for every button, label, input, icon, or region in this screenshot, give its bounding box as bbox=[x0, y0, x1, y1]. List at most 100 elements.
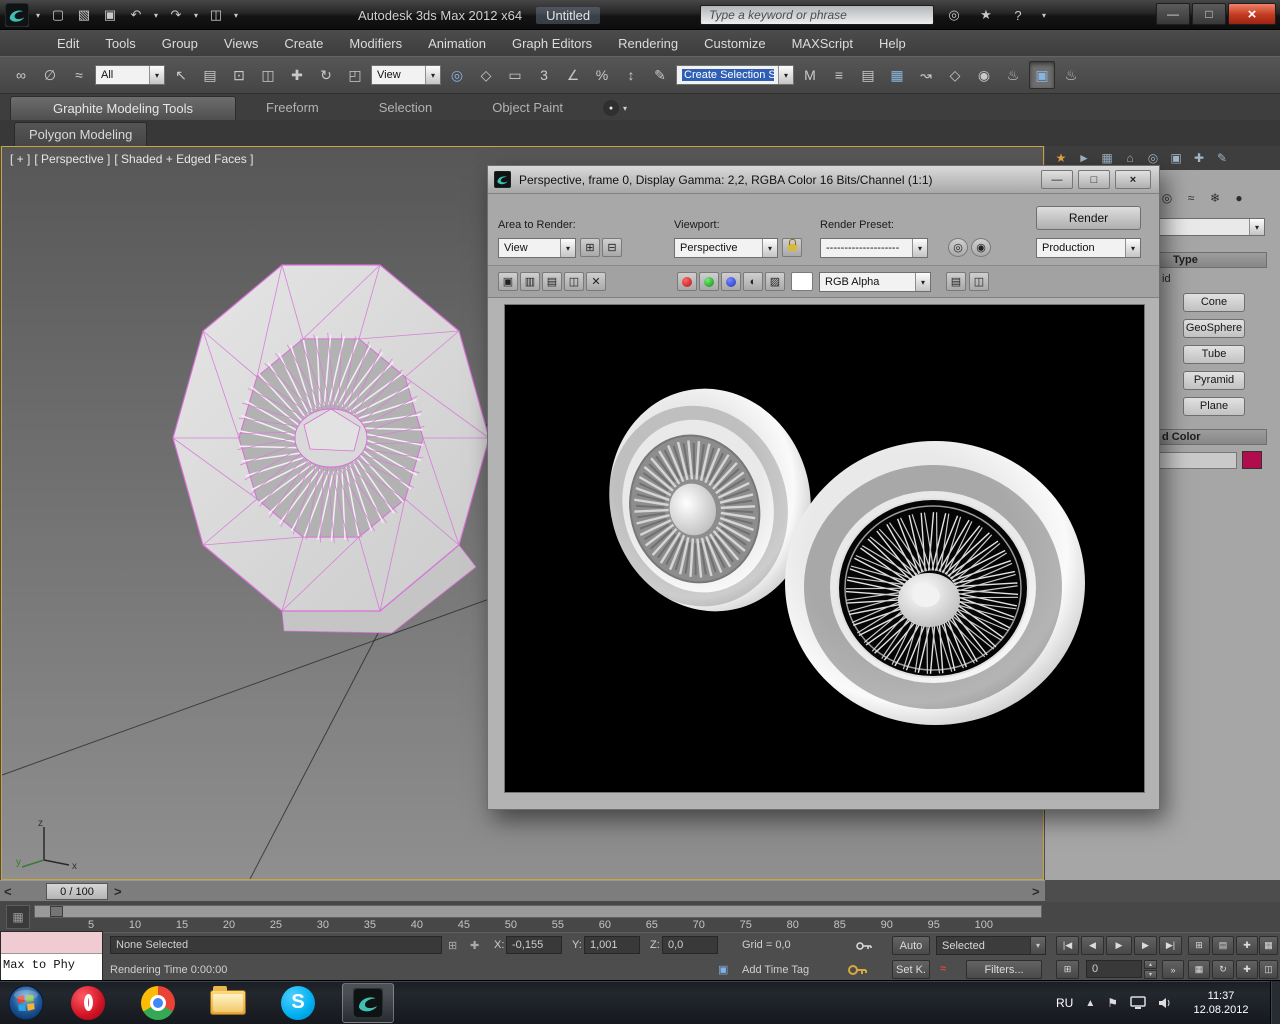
start-button[interactable] bbox=[7, 984, 45, 1022]
set-key-big-icon[interactable] bbox=[848, 964, 868, 976]
taskbar-chrome[interactable] bbox=[132, 983, 184, 1023]
close-button[interactable]: × bbox=[1228, 3, 1276, 25]
material-editor-icon[interactable]: ◉ bbox=[971, 61, 997, 89]
select-and-manipulate-icon[interactable]: ◇ bbox=[473, 61, 499, 89]
channel-display-dropdown[interactable]: RGB Alpha ▾ bbox=[819, 272, 931, 292]
next-frame-arrow[interactable]: > bbox=[114, 884, 122, 899]
unlink-selection-icon[interactable]: ∅ bbox=[37, 61, 63, 89]
area-to-render-dropdown[interactable]: View ▾ bbox=[498, 238, 576, 258]
auto-region-icon[interactable]: ⊞ bbox=[580, 238, 600, 257]
key-filters-button[interactable]: ⊞ bbox=[1188, 936, 1210, 955]
language-indicator[interactable]: RU bbox=[1056, 996, 1073, 1010]
chevron-down-icon[interactable]: ▾ bbox=[150, 3, 162, 27]
zoom-extents-button[interactable]: ✚ bbox=[1236, 960, 1258, 979]
render-setup-icon[interactable]: ◎ bbox=[948, 238, 968, 257]
environment-icon[interactable]: ◉ bbox=[971, 238, 991, 257]
selection-lock-icon[interactable]: ⊞ bbox=[448, 939, 457, 952]
chevron-down-icon[interactable]: ▾ bbox=[623, 104, 627, 113]
render-mode-dropdown[interactable]: Production ▾ bbox=[1036, 238, 1141, 258]
menu-item[interactable]: Graph Editors bbox=[499, 31, 605, 56]
select-and-move-icon[interactable]: ✚ bbox=[284, 61, 310, 89]
manage-links-icon[interactable]: ◫ bbox=[204, 3, 228, 27]
favorites-star-icon[interactable]: ★ bbox=[974, 3, 998, 27]
time-config-button[interactable]: ▦ bbox=[1259, 936, 1278, 955]
ribbon-options-icon[interactable]: ● bbox=[603, 100, 619, 116]
select-and-scale-icon[interactable]: ◰ bbox=[342, 61, 368, 89]
systems-category-icon[interactable]: ● bbox=[1229, 188, 1249, 207]
curve-editor-icon[interactable]: ↝ bbox=[913, 61, 939, 89]
key-mode-dropdown[interactable]: Selected ▾ bbox=[936, 936, 1046, 955]
add-key-button[interactable]: ✚ bbox=[1236, 936, 1258, 955]
primitive-button[interactable]: Pyramid bbox=[1183, 371, 1245, 390]
menu-item[interactable]: Help bbox=[866, 31, 919, 56]
viewport-menu-shading[interactable]: [ Shaded + Edged Faces ] bbox=[114, 152, 253, 166]
schematic-view-icon[interactable]: ◇ bbox=[942, 61, 968, 89]
edit-region-icon[interactable]: ⊟ bbox=[602, 238, 622, 257]
help-icon[interactable]: ? bbox=[1006, 3, 1030, 27]
tab-graphite-modeling-tools[interactable]: Graphite Modeling Tools bbox=[10, 96, 236, 120]
lock-viewport-icon[interactable] bbox=[782, 238, 802, 257]
edit-named-selections-icon[interactable]: ✎ bbox=[647, 61, 673, 89]
absolute-mode-icon[interactable]: ✚ bbox=[470, 939, 479, 952]
window-crossing-icon[interactable]: ◫ bbox=[255, 61, 281, 89]
redo-icon[interactable]: ↷ bbox=[164, 3, 188, 27]
chevron-down-icon[interactable]: ▾ bbox=[32, 3, 44, 27]
listener-macro-pane[interactable] bbox=[1, 932, 102, 954]
render-button[interactable]: Render bbox=[1036, 206, 1141, 230]
taskbar-3dsmax[interactable] bbox=[342, 983, 394, 1023]
spinner-down-icon[interactable]: ▾ bbox=[1144, 970, 1157, 979]
volume-icon[interactable] bbox=[1158, 997, 1172, 1009]
current-frame-field[interactable]: 0 bbox=[1086, 960, 1142, 978]
viewport-menu-pov[interactable]: [ Perspective ] bbox=[34, 152, 110, 166]
select-and-link-icon[interactable]: ∞ bbox=[8, 61, 34, 89]
menu-item[interactable]: Edit bbox=[44, 31, 92, 56]
mini-curve-editor-icon[interactable]: ▦ bbox=[6, 905, 30, 929]
z-coordinate-field[interactable]: 0,0 bbox=[662, 936, 718, 954]
track-bar-handle[interactable] bbox=[50, 906, 63, 917]
taskbar-opera[interactable] bbox=[62, 983, 114, 1023]
clone-window-icon[interactable]: ▤ bbox=[542, 272, 562, 291]
menu-item[interactable]: Animation bbox=[415, 31, 499, 56]
named-selection-combo[interactable]: Create Selection S ▾ bbox=[676, 65, 794, 85]
menu-item[interactable]: Modifiers bbox=[336, 31, 415, 56]
save-image-icon[interactable]: ▣ bbox=[498, 272, 518, 291]
autogrid-label[interactable]: id bbox=[1162, 273, 1171, 285]
primitive-button[interactable]: Cone bbox=[1183, 293, 1245, 312]
render-window-titlebar[interactable]: Perspective, frame 0, Display Gamma: 2,2… bbox=[488, 166, 1159, 194]
previous-frame-button[interactable]: ◀ bbox=[1081, 936, 1104, 955]
orbit-viewport-button[interactable]: ↻ bbox=[1212, 960, 1234, 979]
add-time-tag-label[interactable]: Add Time Tag bbox=[742, 964, 809, 976]
render-maximize-button[interactable]: □ bbox=[1078, 170, 1110, 189]
bind-to-spacewarp-icon[interactable]: ≈ bbox=[66, 61, 92, 89]
menu-item[interactable]: Group bbox=[149, 31, 211, 56]
alpha-channel-icon[interactable]: ▨ bbox=[765, 272, 785, 291]
rendered-frame-window-icon[interactable]: ▣ bbox=[1029, 61, 1055, 89]
clear-color-swatch[interactable] bbox=[791, 272, 813, 291]
reference-coordinate-dropdown[interactable]: View ▾ bbox=[371, 65, 441, 85]
next-frame-button[interactable]: ▶ bbox=[1134, 936, 1157, 955]
clear-image-icon[interactable]: ✕ bbox=[586, 272, 606, 291]
pan-viewport-button[interactable]: ▦ bbox=[1188, 960, 1210, 979]
utilities-tab-icon[interactable]: ✚ bbox=[1189, 149, 1209, 168]
shapes-category-icon[interactable]: ≈ bbox=[1181, 188, 1201, 207]
render-setup-icon[interactable]: ♨ bbox=[1000, 61, 1026, 89]
spinner-up-icon[interactable]: ▴ bbox=[1144, 960, 1157, 969]
layer-toggle-icon[interactable]: ▤ bbox=[946, 272, 966, 291]
graphite-ribbon-toggle-icon[interactable]: ▦ bbox=[884, 61, 910, 89]
network-icon[interactable] bbox=[1130, 996, 1146, 1010]
render-close-button[interactable]: × bbox=[1115, 170, 1151, 189]
menu-item[interactable]: MAXScript bbox=[779, 31, 866, 56]
set-key-button[interactable]: Set K. bbox=[892, 960, 930, 979]
action-center-flag-icon[interactable]: ⚑ bbox=[1107, 996, 1118, 1010]
go-to-end-button[interactable]: ▶| bbox=[1159, 936, 1182, 955]
render-minimize-button[interactable]: — bbox=[1041, 170, 1073, 189]
selection-filter-dropdown[interactable]: All ▾ bbox=[95, 65, 165, 85]
primitive-button[interactable]: GeoSphere bbox=[1183, 319, 1245, 338]
time-slider[interactable]: 0 / 100 bbox=[46, 883, 108, 900]
open-file-icon[interactable]: ▧ bbox=[72, 3, 96, 27]
layer-manager-icon[interactable]: ▤ bbox=[855, 61, 881, 89]
chevron-down-icon[interactable]: ▾ bbox=[230, 3, 242, 27]
time-tag-icon[interactable]: ▣ bbox=[718, 963, 728, 976]
select-and-rotate-icon[interactable]: ↻ bbox=[313, 61, 339, 89]
keyboard-override-icon[interactable]: ▭ bbox=[502, 61, 528, 89]
